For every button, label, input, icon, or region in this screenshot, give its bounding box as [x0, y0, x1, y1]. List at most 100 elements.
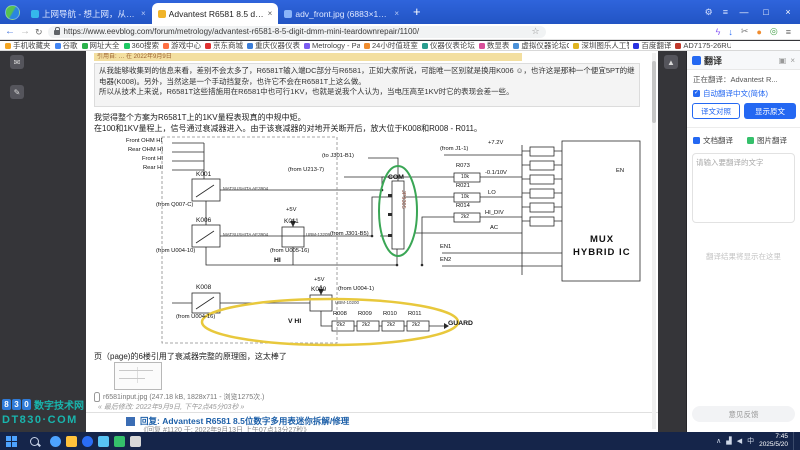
- watermark-digit: 0: [22, 399, 31, 410]
- tab-favicon-icon: [158, 10, 166, 18]
- schematic-label: +5V: [286, 208, 296, 214]
- navbar-tool-icon[interactable]: ✂: [741, 26, 749, 37]
- window-close-button[interactable]: ×: [778, 0, 798, 24]
- back-button[interactable]: ←: [5, 25, 15, 39]
- titlebar-menu-icon[interactable]: ≡: [723, 7, 728, 17]
- page-scrollbar[interactable]: [652, 53, 656, 429]
- watermark-text: 数字技术网: [34, 397, 84, 412]
- taskbar-app-icon[interactable]: [50, 436, 61, 447]
- bookmark-item[interactable]: 虚拟仪器论坛Conte...: [513, 41, 569, 51]
- bookmark-item[interactable]: 仪器仪表论坛: [422, 41, 475, 51]
- translate-logo-icon: [692, 56, 701, 65]
- quote-text-line: 从我能够收集到的信息来看，差别不会太多了，R6581T输入端DC部分与R6581…: [99, 66, 635, 87]
- schematic-label: R010: [383, 312, 397, 318]
- window-maximize-button[interactable]: □: [756, 0, 776, 24]
- doc-translate-feature[interactable]: 文档翻译: [693, 135, 733, 146]
- bookmark-item[interactable]: AD7175-26RUZ...: [675, 41, 731, 50]
- navbar-tool-icon[interactable]: ●: [756, 27, 761, 37]
- schematic-label: R073: [456, 164, 470, 170]
- ime-indicator[interactable]: 中: [747, 436, 754, 446]
- bookmark-star-icon[interactable]: ☆: [531, 26, 539, 37]
- bookmark-item[interactable]: Metrology - Pag...: [304, 41, 360, 50]
- taskbar-app-icon[interactable]: [98, 436, 109, 447]
- browser-window: 上网导航 - 想上网，从这里开始 × Advantest R6581 8.5 d…: [0, 0, 800, 450]
- schematic-label: (from Q007-C): [156, 203, 193, 209]
- taskbar-clock[interactable]: 7:45 2025/5/20: [759, 433, 788, 449]
- bookmark-item[interactable]: 24小时值班室: [364, 41, 418, 51]
- start-button[interactable]: [6, 436, 17, 447]
- schematic-label: 10k: [461, 195, 469, 200]
- browser-tab[interactable]: 上网导航 - 想上网，从这里开始 ×: [25, 3, 152, 24]
- bookmark-item[interactable]: 谷歌: [55, 41, 78, 51]
- window-minimize-button[interactable]: —: [734, 0, 754, 24]
- taskbar-app-icon[interactable]: [130, 436, 141, 447]
- forward-button[interactable]: →: [20, 25, 30, 39]
- auto-translate-checkbox[interactable]: ✓: [693, 90, 700, 97]
- tab-close-icon[interactable]: ×: [141, 9, 146, 18]
- last-edited-text: « 最后修改: 2022年9月9日, 下午2点45分03秒 »: [98, 402, 244, 412]
- bookmark-item[interactable]: 百度翻译: [633, 41, 671, 51]
- schematic-label: K001: [196, 172, 211, 179]
- schematic-label: UBM-13209: [306, 233, 330, 238]
- browser-tab[interactable]: adv_front.jpg (6883×1839) ×: [278, 3, 405, 24]
- bookmark-item[interactable]: 360搜索: [124, 41, 160, 51]
- show-original-button[interactable]: 显示原文: [744, 103, 796, 119]
- bookmark-favicon-icon: [479, 43, 485, 49]
- bookmark-item[interactable]: 数显表: [479, 41, 510, 51]
- watermark: 8 3 0 数字技术网 DT830·COM: [2, 397, 84, 426]
- taskbar-app-icon[interactable]: [66, 436, 77, 447]
- tray-expand-icon[interactable]: ∧: [716, 437, 721, 445]
- bookmark-item[interactable]: 重庆仪器仪表: [247, 41, 300, 51]
- tab-close-icon[interactable]: ×: [268, 9, 273, 18]
- browser-logo-icon[interactable]: [5, 5, 20, 20]
- compare-translation-button[interactable]: 译文对照: [692, 103, 740, 119]
- navbar-tool-icon[interactable]: ◎: [770, 26, 778, 37]
- close-panel-icon[interactable]: ×: [790, 56, 795, 65]
- tab-close-icon[interactable]: ×: [394, 9, 399, 18]
- attachment-info[interactable]: r6581input.jpg (247.18 kB, 1828x711 - 浏览…: [94, 392, 264, 402]
- taskbar-app-icon[interactable]: [114, 436, 125, 447]
- feedback-button[interactable]: 意见反馈: [692, 406, 795, 422]
- new-tab-button[interactable]: +: [413, 0, 421, 24]
- translate-input[interactable]: 请输入要翻译的文字: [692, 153, 795, 223]
- bookmark-item[interactable]: 深圳图乐人工智能: [573, 41, 629, 51]
- navbar-tool-icon[interactable]: ≡: [786, 27, 791, 37]
- schematic-label: 10k: [461, 175, 469, 180]
- attachment-thumbnail[interactable]: [114, 362, 162, 390]
- image-translate-feature[interactable]: 图片翻译: [747, 135, 787, 146]
- navbar-tool-icon[interactable]: ϟ: [716, 27, 721, 37]
- taskbar-search-icon[interactable]: [30, 437, 39, 446]
- volume-icon[interactable]: ◀: [737, 437, 742, 445]
- tab-label: adv_front.jpg (6883×1839): [295, 9, 391, 19]
- bookmark-label: 虚拟仪器论坛Conte...: [521, 41, 569, 51]
- network-icon[interactable]: ▟: [726, 437, 731, 445]
- edit-float-icon[interactable]: ✎: [10, 85, 24, 99]
- bookmark-label: AD7175-26RUZ...: [683, 41, 731, 50]
- clock-time: 7:45: [759, 433, 788, 441]
- bookmark-item[interactable]: 游戏中心: [163, 41, 201, 51]
- image-icon: [747, 137, 754, 144]
- bookmark-label: 深圳图乐人工智能: [581, 41, 629, 51]
- schematic-label: 2k2: [412, 323, 420, 328]
- browser-tab[interactable]: Advantest R6581 8.5 digit... ×: [152, 3, 279, 24]
- taskbar-app-icon[interactable]: [82, 436, 93, 447]
- refresh-button[interactable]: ↻: [35, 25, 43, 39]
- schematic-label: EN2: [440, 258, 451, 264]
- quote-citation-bar: 引用自: … 在 2022年9月9日: [94, 53, 522, 61]
- bookmark-item[interactable]: 京东商城: [205, 41, 243, 51]
- mail-float-icon[interactable]: ✉: [10, 55, 24, 69]
- bookmark-item[interactable]: 网址大全: [82, 41, 120, 51]
- schematic-image[interactable]: Front OHM HIRear OHM HIFront HIRear HIK0…: [92, 135, 644, 347]
- doc-translate-label: 文档翻译: [703, 135, 733, 146]
- pin-panel-icon[interactable]: ▣: [779, 56, 787, 65]
- scroll-top-icon[interactable]: ▲: [664, 55, 678, 69]
- address-bar[interactable]: https://www.eevblog.com/forum/metrology/…: [48, 26, 546, 38]
- titlebar-settings-icon[interactable]: ⚙: [705, 7, 713, 18]
- browser-titlebar: 上网导航 - 想上网，从这里开始 × Advantest R6581 8.5 d…: [0, 0, 800, 24]
- show-desktop-button[interactable]: [793, 432, 797, 450]
- bookmark-item[interactable]: 手机收藏夹: [5, 41, 51, 51]
- schematic-label: GUARD: [448, 321, 473, 328]
- navbar-tool-icon[interactable]: ↓: [728, 27, 733, 37]
- schematic-label: R021: [456, 184, 470, 190]
- auto-translate-row[interactable]: ✓ 自动翻译中文(简体): [693, 88, 768, 99]
